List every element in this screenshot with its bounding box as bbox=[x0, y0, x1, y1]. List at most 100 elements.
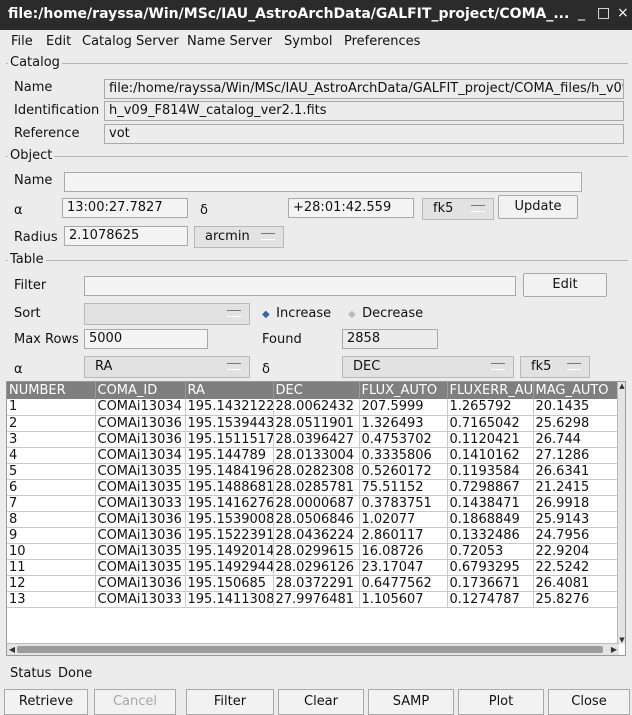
table-cell[interactable]: 22.9204 bbox=[533, 543, 620, 560]
table-cell[interactable]: 25.9143 bbox=[533, 511, 620, 528]
menu-preferences[interactable]: Preferences bbox=[344, 34, 420, 49]
table-cell[interactable]: COMAi13035 bbox=[95, 463, 186, 480]
table-cell[interactable]: 1.02077 bbox=[359, 511, 448, 528]
menu-catalog-server[interactable]: Catalog Server bbox=[82, 34, 179, 49]
table-cell[interactable]: 0.5260172 bbox=[359, 463, 448, 480]
table-cell[interactable]: 26.6341 bbox=[533, 463, 620, 480]
minimize-button[interactable]: _ bbox=[578, 5, 585, 21]
table-cell[interactable]: 0.3783751 bbox=[359, 495, 448, 512]
table-cell[interactable]: 28.0133004 bbox=[273, 447, 360, 464]
close-button[interactable]: Close bbox=[548, 689, 630, 715]
table-cell[interactable]: 27.1286 bbox=[533, 447, 620, 464]
table-cell[interactable]: COMAi13034 bbox=[95, 399, 186, 416]
vertical-scrollbar[interactable]: ▲ ▼ bbox=[617, 382, 625, 644]
retrieve-button[interactable]: Retrieve bbox=[4, 689, 88, 715]
dec-column-menu[interactable]: DEC bbox=[342, 356, 514, 378]
table-row[interactable]: 10 COMAi13035 195.1492014 28.0299615 16.0872… bbox=[7, 543, 620, 560]
table-cell[interactable]: 0.1736671 bbox=[447, 575, 534, 592]
table-cell[interactable]: 28.0436224 bbox=[273, 527, 360, 544]
table-cell[interactable]: 28.0372291 bbox=[273, 575, 360, 592]
table-row[interactable]: 11 COMAi13035 195.1492944 28.0296126 23.1704… bbox=[7, 559, 620, 576]
update-button[interactable]: Update bbox=[498, 195, 578, 219]
table-cell[interactable]: 0.6477562 bbox=[359, 575, 448, 592]
table-cell[interactable]: 26.4081 bbox=[533, 575, 620, 592]
table-cell[interactable]: 195.1484196 bbox=[185, 463, 274, 480]
table-cell[interactable]: 5 bbox=[7, 463, 96, 480]
cancel-button[interactable]: Cancel bbox=[94, 689, 176, 715]
table-row[interactable]: 13 COMAi13033 195.1411308 27.9976481 1.10560… bbox=[7, 591, 620, 608]
horizontal-scrollbar[interactable]: ◀ ▶ bbox=[7, 643, 619, 655]
sort-column-menu[interactable] bbox=[84, 303, 250, 325]
table-cell[interactable]: COMAi13035 bbox=[95, 559, 186, 576]
scroll-left-icon[interactable]: ◀ bbox=[7, 645, 17, 655]
table-cell[interactable]: 195.1488681 bbox=[185, 479, 274, 496]
table-cell[interactable]: 28.0506846 bbox=[273, 511, 360, 528]
table-cell[interactable]: COMAi13036 bbox=[95, 415, 186, 432]
table-cell[interactable]: 28.0000687 bbox=[273, 495, 360, 512]
table-row[interactable]: 3 COMAi13036 195.1511517 28.0396427 0.475370… bbox=[7, 431, 620, 448]
table-cell[interactable]: 25.6298 bbox=[533, 415, 620, 432]
table-cell[interactable]: 8 bbox=[7, 511, 96, 528]
table-cell[interactable]: 4 bbox=[7, 447, 96, 464]
table-cell[interactable]: 0.1410162 bbox=[447, 447, 534, 464]
table-cell[interactable]: COMAi13034 bbox=[95, 447, 186, 464]
table-row[interactable]: 2 COMAi13036 195.1539443 28.0511901 1.326493… bbox=[7, 415, 620, 432]
table-cell[interactable]: 207.5999 bbox=[359, 399, 448, 416]
table-cell[interactable]: 195.1492944 bbox=[185, 559, 274, 576]
table-cell[interactable]: COMAi13035 bbox=[95, 543, 186, 560]
table-cell[interactable]: 21.2415 bbox=[533, 479, 620, 496]
table-cell[interactable]: 0.6793295 bbox=[447, 559, 534, 576]
table-cell[interactable]: 195.1492014 bbox=[185, 543, 274, 560]
sort-increase-radio[interactable]: ◆ Increase bbox=[262, 306, 331, 321]
object-frame-menu[interactable]: fk5 bbox=[422, 198, 494, 220]
table-cell[interactable]: 2 bbox=[7, 415, 96, 432]
table-row[interactable]: 8 COMAi13036 195.1539008 28.0506846 1.02077 0… bbox=[7, 511, 620, 528]
object-ra-input[interactable]: 13:00:27.7827 bbox=[62, 198, 188, 218]
table-cell[interactable]: 26.9918 bbox=[533, 495, 620, 512]
table-cell[interactable]: COMAi13033 bbox=[95, 495, 186, 512]
table-cell[interactable]: 28.0062432 bbox=[273, 399, 360, 416]
table-cell[interactable]: 28.0299615 bbox=[273, 543, 360, 560]
table-cell[interactable]: 0.1332486 bbox=[447, 527, 534, 544]
table-cell[interactable]: 195.150685 bbox=[185, 575, 274, 592]
table-cell[interactable]: COMAi13036 bbox=[95, 511, 186, 528]
results-table[interactable]: NUMBER COMA_ID RA DEC FLUX_AUTO FLUXERR_… bbox=[6, 381, 626, 656]
radius-unit-menu[interactable]: arcmin bbox=[194, 226, 284, 248]
table-cell[interactable]: 20.1435 bbox=[533, 399, 620, 416]
table-cell[interactable]: 16.08726 bbox=[359, 543, 448, 560]
filter-button[interactable]: Filter bbox=[186, 689, 274, 715]
table-cell[interactable]: 23.17047 bbox=[359, 559, 448, 576]
table-cell[interactable]: 12 bbox=[7, 575, 96, 592]
table-cell[interactable]: COMAi13033 bbox=[95, 591, 186, 608]
table-cell[interactable]: 3 bbox=[7, 431, 96, 448]
table-cell[interactable]: 28.0285781 bbox=[273, 479, 360, 496]
scroll-up-icon[interactable]: ▲ bbox=[618, 382, 625, 390]
table-cell[interactable]: 27.9976481 bbox=[273, 591, 360, 608]
table-cell[interactable]: 195.1416276 bbox=[185, 495, 274, 512]
table-cell[interactable]: 195.1432122 bbox=[185, 399, 274, 416]
table-cell[interactable]: 0.1193584 bbox=[447, 463, 534, 480]
table-cell[interactable]: 0.7298867 bbox=[447, 479, 534, 496]
object-dec-input[interactable]: +28:01:42.559 bbox=[288, 198, 414, 218]
table-cell[interactable]: 25.8276 bbox=[533, 591, 620, 608]
table-cell[interactable]: 13 bbox=[7, 591, 96, 608]
object-name-input[interactable] bbox=[64, 172, 582, 192]
table-cell[interactable]: 0.72053 bbox=[447, 543, 534, 560]
table-cell[interactable]: 6 bbox=[7, 479, 96, 496]
menu-name-server[interactable]: Name Server bbox=[187, 34, 272, 49]
table-row[interactable]: 5 COMAi13035 195.1484196 28.0282308 0.526017… bbox=[7, 463, 620, 480]
table-cell[interactable]: 0.4753702 bbox=[359, 431, 448, 448]
table-cell[interactable]: COMAi13036 bbox=[95, 575, 186, 592]
table-cell[interactable]: 195.144789 bbox=[185, 447, 274, 464]
column-header-coma-id[interactable]: COMA_ID bbox=[95, 382, 186, 399]
menu-symbol[interactable]: Symbol bbox=[284, 34, 332, 49]
column-header-mag-auto[interactable]: MAG_AUTO bbox=[533, 382, 620, 399]
table-cell[interactable]: 0.1120421 bbox=[447, 431, 534, 448]
table-cell[interactable]: 9 bbox=[7, 527, 96, 544]
table-cell[interactable]: 1.326493 bbox=[359, 415, 448, 432]
window-titlebar[interactable]: file:/home/rayssa/Win/MSc/IAU_AstroArchD… bbox=[0, 0, 632, 30]
table-cell[interactable]: 195.1539008 bbox=[185, 511, 274, 528]
column-header-dec[interactable]: DEC bbox=[273, 382, 360, 399]
sort-decrease-radio[interactable]: ◆ Decrease bbox=[348, 306, 423, 321]
maximize-button[interactable]: □ bbox=[597, 5, 610, 21]
